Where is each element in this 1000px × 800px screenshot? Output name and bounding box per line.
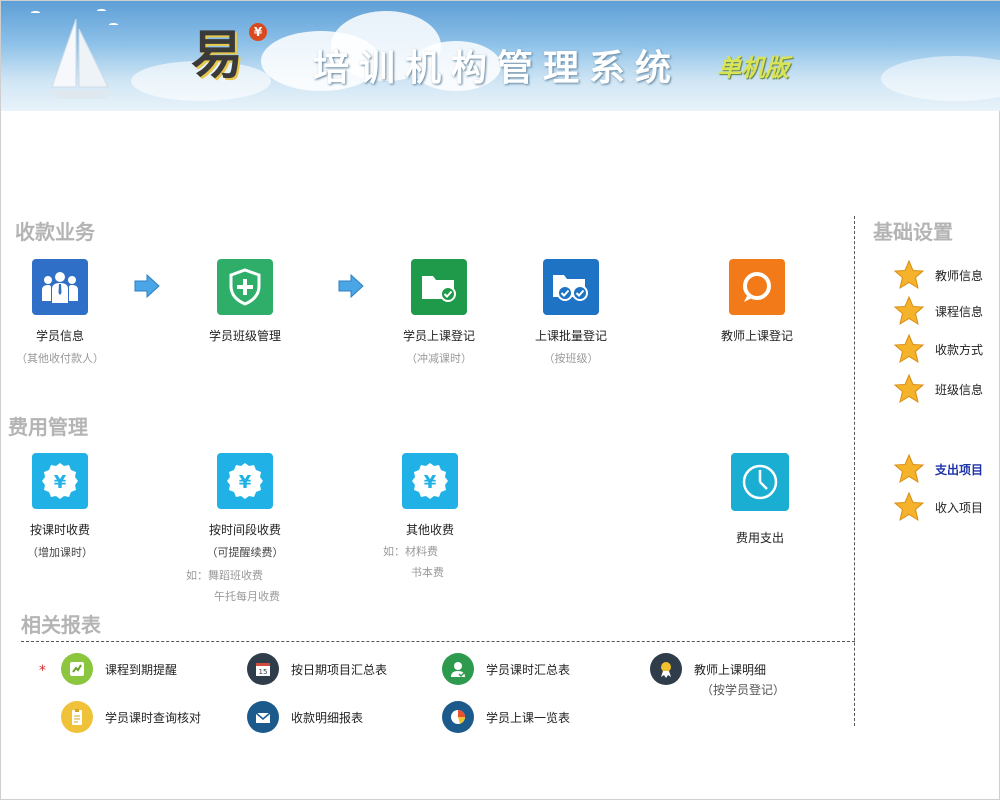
star-icon bbox=[893, 491, 925, 522]
tile-fee-by-period[interactable]: ¥ 按时间段收费 （可提醒续费） bbox=[175, 453, 315, 560]
tile-label: 其他收费 bbox=[405, 523, 454, 537]
award-ribbon-icon bbox=[650, 653, 682, 685]
report-course-expiry[interactable]: 课程到期提醒 bbox=[61, 653, 177, 685]
calendar-icon: 15 bbox=[247, 653, 279, 685]
reminder-icon bbox=[61, 653, 93, 685]
fee-note: 如：材料费 bbox=[383, 545, 438, 558]
header-banner: 易 ¥ 培训机构管理系统 单机版 bbox=[1, 1, 1000, 111]
sidebar-item-label: 课程信息 bbox=[935, 304, 984, 319]
app-logo: 易 ¥ bbox=[191, 21, 271, 91]
sailboat-icon bbox=[50, 18, 112, 99]
report-label: 教师上课明细 bbox=[694, 662, 767, 677]
yen-badge-icon: ¥ bbox=[217, 453, 273, 509]
tile-class-management[interactable]: 学员班级管理 bbox=[175, 259, 315, 344]
star-icon bbox=[893, 373, 925, 404]
students-icon bbox=[32, 259, 88, 315]
tile-fee-by-hour[interactable]: ¥ 按课时收费 （增加课时） bbox=[0, 453, 130, 560]
report-label: 课程到期提醒 bbox=[105, 662, 178, 677]
sidebar-item-label: 收款方式 bbox=[935, 342, 984, 357]
svg-text:15: 15 bbox=[259, 668, 268, 676]
sidebar-item-class-info[interactable]: 班级信息 bbox=[893, 373, 983, 405]
section-title-fees: 费用管理 bbox=[8, 415, 88, 439]
section-title-reports: 相关报表 bbox=[21, 613, 101, 637]
sidebar-item-course-info[interactable]: 课程信息 bbox=[893, 295, 983, 327]
arrow-right-icon bbox=[134, 273, 160, 299]
sidebar-item-label: 教师信息 bbox=[935, 268, 984, 283]
tile-student-info[interactable]: 学员信息 （其他收付款人） bbox=[0, 259, 130, 366]
sidebar-item-label: 支出项目 bbox=[935, 462, 984, 477]
report-student-class-overview[interactable]: 学员上课一览表 bbox=[442, 701, 570, 733]
yen-badge-icon: ¥ bbox=[32, 453, 88, 509]
tile-teacher-register[interactable]: 教师上课登记 bbox=[687, 259, 827, 344]
report-payment-detail[interactable]: 收款明细报表 bbox=[247, 701, 363, 733]
tile-label: 教师上课登记 bbox=[720, 329, 793, 343]
tile-fee-other[interactable]: ¥ 其他收费 bbox=[360, 453, 500, 538]
star-icon bbox=[893, 453, 925, 484]
folder-double-check-icon bbox=[543, 259, 599, 315]
fee-note: 书本费 bbox=[411, 566, 444, 579]
svg-text:¥: ¥ bbox=[54, 472, 67, 493]
sidebar-item-teacher-info[interactable]: 教师信息 bbox=[893, 259, 983, 291]
fee-note: 如：舞蹈班收费 bbox=[186, 569, 263, 582]
shield-plus-icon bbox=[217, 259, 273, 315]
tile-label: 按时间段收费 bbox=[208, 523, 281, 537]
arrow-right-icon bbox=[338, 273, 364, 299]
svg-text:¥: ¥ bbox=[239, 472, 252, 493]
cloud-decoration bbox=[881, 56, 1000, 101]
tile-expense[interactable]: 费用支出 bbox=[690, 453, 830, 546]
sidebar-item-payment-method[interactable]: 收款方式 bbox=[893, 333, 983, 365]
clock-icon bbox=[731, 453, 789, 511]
app-edition: 单机版 bbox=[717, 54, 789, 82]
tile-sublabel: （其他收付款人） bbox=[16, 352, 104, 365]
vertical-divider bbox=[854, 216, 855, 726]
tile-sublabel: （可提醒续费） bbox=[206, 546, 284, 559]
sidebar-item-label: 收入项目 bbox=[935, 500, 984, 515]
logo-character: 易 bbox=[191, 25, 244, 86]
tile-batch-register[interactable]: 上课批量登记 （按班级） bbox=[501, 259, 641, 366]
tile-label: 按课时收费 bbox=[29, 523, 90, 537]
report-student-hours-verify[interactable]: 学员课时查询核对 bbox=[61, 701, 201, 733]
report-project-summary-by-date[interactable]: 15 按日期项目汇总表 bbox=[247, 653, 387, 685]
tile-sublabel: （按班级） bbox=[543, 352, 599, 365]
report-sublabel: （按学员登记） bbox=[701, 683, 786, 697]
section-title-basic-settings: 基础设置 bbox=[873, 220, 953, 244]
section-title-receipts: 收款业务 bbox=[15, 220, 95, 244]
required-mark: * bbox=[39, 663, 46, 679]
tile-label: 费用支出 bbox=[735, 531, 784, 545]
bird-decoration bbox=[31, 11, 40, 14]
envelope-icon bbox=[247, 701, 279, 733]
star-icon bbox=[893, 295, 925, 326]
folder-check-icon bbox=[411, 259, 467, 315]
user-check-icon bbox=[442, 653, 474, 685]
logo-yen-badge: ¥ bbox=[249, 23, 267, 41]
tile-attendance-register[interactable]: 学员上课登记 （冲减课时） bbox=[369, 259, 509, 366]
sidebar-item-income-items[interactable]: 收入项目 bbox=[893, 491, 983, 523]
bird-decoration bbox=[97, 9, 106, 12]
tile-label: 学员班级管理 bbox=[208, 329, 281, 343]
tile-label: 上课批量登记 bbox=[534, 329, 607, 343]
svg-text:¥: ¥ bbox=[424, 472, 437, 493]
report-label: 收款明细报表 bbox=[291, 710, 364, 725]
tile-sublabel: （冲减课时） bbox=[406, 352, 472, 365]
report-student-hours-summary[interactable]: 学员课时汇总表 bbox=[442, 653, 570, 685]
tile-label: 学员信息 bbox=[35, 329, 84, 343]
report-label: 学员课时汇总表 bbox=[486, 662, 571, 677]
tile-label: 学员上课登记 bbox=[402, 329, 475, 343]
report-label: 按日期项目汇总表 bbox=[291, 662, 388, 677]
chat-bubble-icon bbox=[729, 259, 785, 315]
pie-chart-icon bbox=[442, 701, 474, 733]
sidebar-item-expense-items[interactable]: 支出项目 bbox=[893, 453, 983, 485]
report-label: 学员上课一览表 bbox=[486, 710, 571, 725]
star-icon bbox=[893, 333, 925, 364]
star-icon bbox=[893, 259, 925, 290]
fee-note: 午托每月收费 bbox=[214, 590, 280, 603]
yen-badge-icon: ¥ bbox=[402, 453, 458, 509]
sidebar-item-label: 班级信息 bbox=[935, 382, 984, 397]
horizontal-divider bbox=[21, 641, 855, 642]
app-title: 培训机构管理系统 bbox=[313, 48, 682, 89]
report-label: 学员课时查询核对 bbox=[105, 710, 202, 725]
clipboard-icon bbox=[61, 701, 93, 733]
tile-sublabel: （增加课时） bbox=[27, 546, 93, 559]
